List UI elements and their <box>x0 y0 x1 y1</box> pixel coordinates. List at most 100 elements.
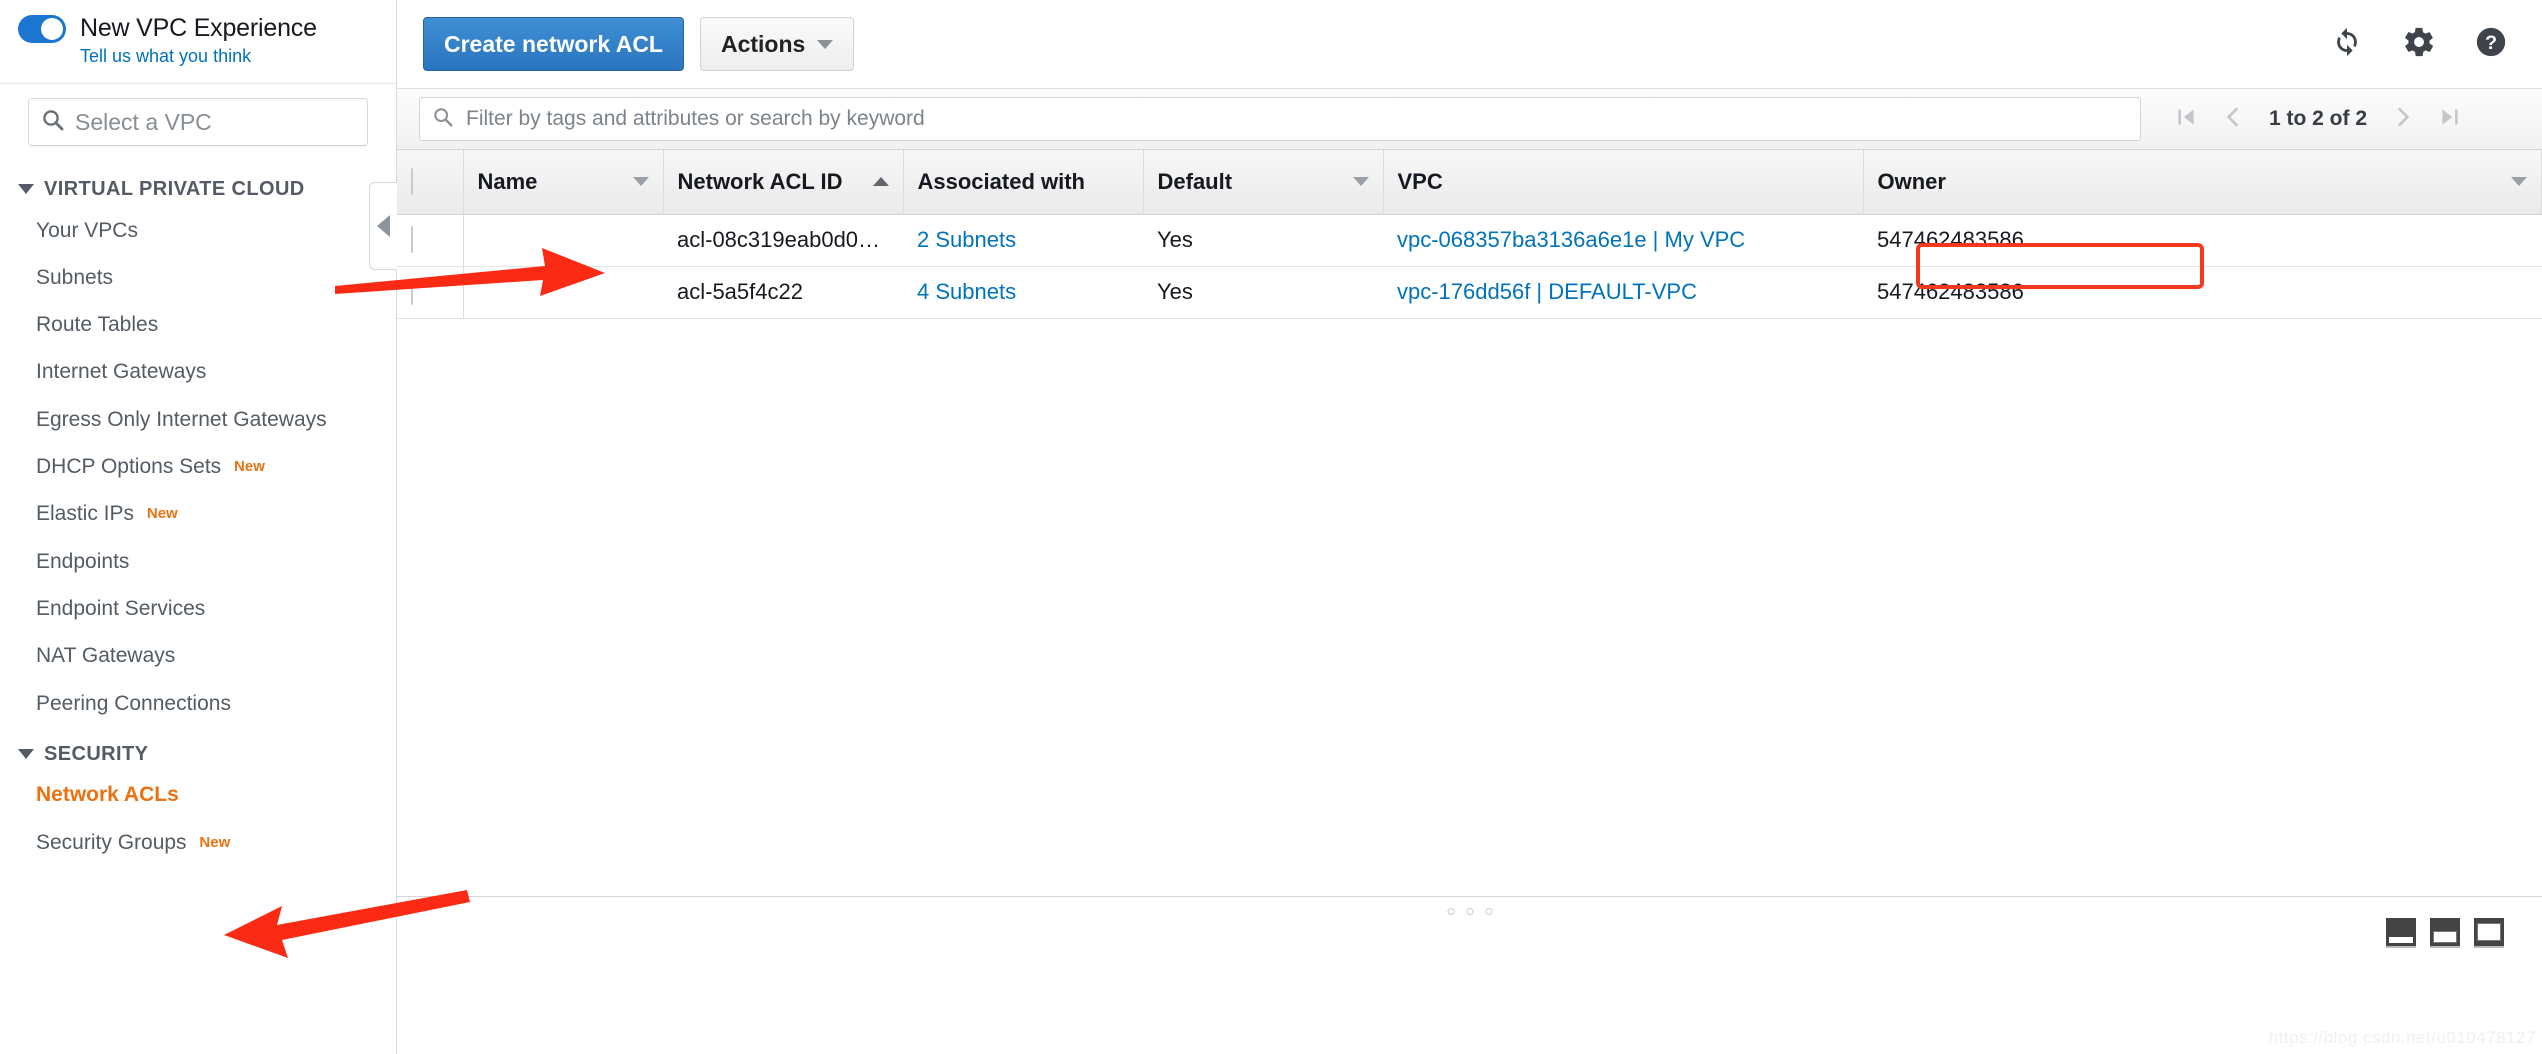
row-select-cell <box>397 214 464 267</box>
row-checkbox[interactable] <box>411 226 413 253</box>
column-header-network-acl-id[interactable]: Network ACL ID <box>663 150 904 215</box>
split-divider <box>397 896 2542 897</box>
sidebar-item-label: Internet Gateways <box>36 360 207 384</box>
create-network-acl-button[interactable]: Create network ACL <box>423 17 684 71</box>
cell-name <box>463 214 663 267</box>
sidebar-item-egress-only-internet-gateways[interactable]: Egress Only Internet Gateways <box>0 396 396 443</box>
watermark: https://blog.csdn.net/u010478127 <box>2268 1028 2536 1047</box>
row-checkbox[interactable] <box>411 278 413 305</box>
svg-text:?: ? <box>2485 32 2497 54</box>
previous-page-icon[interactable] <box>2221 104 2247 135</box>
vpc-link[interactable]: vpc-176dd56f | DEFAULT-VPC <box>1397 279 1697 304</box>
vpc-console: New VPC Experience Tell us what you thin… <box>0 0 2542 1054</box>
sidebar-item-security-groups[interactable]: Security Groups New <box>0 819 396 866</box>
nav-group-security[interactable]: SECURITY <box>0 735 396 772</box>
vpc-select-placeholder: Select a VPC <box>75 108 212 135</box>
search-icon <box>41 108 65 137</box>
cell-owner: 547462483586 <box>1863 214 2542 267</box>
tell-us-what-you-think-link[interactable]: Tell us what you think <box>80 46 378 67</box>
chevron-left-icon <box>377 215 390 237</box>
search-icon <box>432 106 454 133</box>
acl-id-text: acl-5a5f4c22 <box>677 279 803 304</box>
associated-subnets-link[interactable]: 2 Subnets <box>917 227 1016 252</box>
column-header-vpc[interactable]: VPC <box>1383 150 1864 215</box>
toolbar-icons: ? <box>2330 25 2516 64</box>
sidebar-item-route-tables[interactable]: Route Tables <box>0 301 396 348</box>
vpc-select-input[interactable]: Select a VPC <box>28 98 368 146</box>
sidebar-item-label: Security Groups <box>36 830 187 854</box>
new-vpc-experience-block: New VPC Experience Tell us what you thin… <box>0 0 396 84</box>
sidebar-item-internet-gateways[interactable]: Internet Gateways <box>0 348 396 395</box>
nav-group-label: VIRTUAL PRIVATE CLOUD <box>44 178 305 200</box>
column-label: Associated with <box>917 168 1085 194</box>
column-header-owner[interactable]: Owner <box>1863 150 2542 215</box>
cell-associated-with: 2 Subnets <box>903 214 1143 267</box>
actions-label: Actions <box>720 30 806 57</box>
cell-vpc: vpc-068357ba3136a6e1e | My VPC <box>1383 214 1863 267</box>
vpc-select-wrap: Select a VPC <box>0 84 396 156</box>
cell-acl-id: acl-08c319eab0d0… <box>663 214 903 267</box>
panel-bottom-large-icon[interactable] <box>2474 918 2504 948</box>
sidebar-item-peering-connections[interactable]: Peering Connections <box>0 680 396 727</box>
sidebar-item-subnets[interactable]: Subnets <box>0 254 396 301</box>
sort-down-icon <box>1352 177 1369 187</box>
panel-bottom-medium-icon[interactable] <box>2430 918 2460 948</box>
cell-vpc: vpc-176dd56f | DEFAULT-VPC <box>1383 266 1863 319</box>
select-all-checkbox[interactable] <box>411 167 413 195</box>
cell-acl-id: acl-5a5f4c22 <box>663 266 903 319</box>
chevron-down-icon <box>817 39 834 49</box>
pagination-text: 1 to 2 of 2 <box>2269 107 2368 130</box>
table-body: acl-08c319eab0d0… 2 Subnets Yes vpc-0683… <box>397 214 2542 319</box>
sidebar-item-label: Endpoints <box>36 549 130 573</box>
sidebar-item-label: NAT Gateways <box>36 644 176 668</box>
sidebar-item-nat-gateways[interactable]: NAT Gateways <box>0 632 396 679</box>
column-label: Name <box>477 168 538 194</box>
refresh-icon[interactable] <box>2330 25 2364 64</box>
gear-icon[interactable] <box>2402 25 2436 64</box>
actions-button[interactable]: Actions <box>699 17 855 71</box>
sidebar-item-label: Elastic IPs <box>36 502 135 526</box>
column-header-associated-with[interactable]: Associated with <box>903 150 1144 215</box>
main-content: Create network ACL Actions ? Filter by t… <box>397 0 2542 1054</box>
table-row[interactable]: acl-5a5f4c22 4 Subnets Yes vpc-176dd56f … <box>397 266 2542 319</box>
network-acl-table: Name Network ACL ID Associated with Defa… <box>397 150 2542 319</box>
column-label: Default <box>1157 168 1233 194</box>
help-icon[interactable]: ? <box>2474 25 2508 64</box>
sidebar-item-label: Endpoint Services <box>36 596 206 620</box>
dot <box>1485 908 1492 915</box>
vpc-link[interactable]: vpc-068357ba3136a6e1e | My VPC <box>1397 227 1745 252</box>
sidebar-item-your-vpcs[interactable]: Your VPCs <box>0 207 396 254</box>
column-header-default[interactable]: Default <box>1143 150 1384 215</box>
new-vpc-experience-toggle[interactable] <box>18 14 66 43</box>
filter-bar: Filter by tags and attributes or search … <box>397 88 2542 150</box>
associated-subnets-link[interactable]: 4 Subnets <box>917 279 1016 304</box>
new-vpc-experience-title: New VPC Experience <box>80 14 317 42</box>
dot <box>1466 908 1473 915</box>
caret-down-icon <box>18 184 34 194</box>
sidebar-item-label: Your VPCs <box>36 218 138 242</box>
nav-group-virtual-private-cloud[interactable]: VIRTUAL PRIVATE CLOUD <box>0 170 396 207</box>
next-page-icon[interactable] <box>2389 104 2415 135</box>
panel-bottom-small-icon[interactable] <box>2386 918 2416 948</box>
sidebar-item-label: DHCP Options Sets <box>36 455 222 479</box>
sidebar-item-dhcp-options-sets[interactable]: DHCP Options Sets New <box>0 443 396 490</box>
sidebar-item-network-acls[interactable]: Network ACLs <box>0 771 396 818</box>
sidebar-item-endpoints[interactable]: Endpoints <box>0 538 396 585</box>
new-badge: New <box>199 833 231 851</box>
select-all-header <box>397 150 464 215</box>
acl-id-text: acl-08c319eab0d0… <box>677 227 881 252</box>
table-row[interactable]: acl-08c319eab0d0… 2 Subnets Yes vpc-0683… <box>397 214 2542 267</box>
cell-associated-with: 4 Subnets <box>903 266 1143 319</box>
sidebar-item-elastic-ips[interactable]: Elastic IPs New <box>0 490 396 537</box>
search-input[interactable]: Filter by tags and attributes or search … <box>419 97 2141 141</box>
sidebar-item-endpoint-services[interactable]: Endpoint Services <box>0 585 396 632</box>
sidebar-collapse-handle[interactable] <box>369 182 397 270</box>
column-header-name[interactable]: Name <box>463 150 664 215</box>
last-page-icon[interactable] <box>2437 104 2463 135</box>
table-head: Name Network ACL ID Associated with Defa… <box>397 150 2542 215</box>
cell-owner: 547462483586 <box>1863 266 2542 319</box>
search-placeholder: Filter by tags and attributes or search … <box>466 107 925 130</box>
sidebar-item-label: Peering Connections <box>36 691 231 715</box>
split-resize-handle[interactable] <box>1447 908 1492 915</box>
first-page-icon[interactable] <box>2173 104 2199 135</box>
